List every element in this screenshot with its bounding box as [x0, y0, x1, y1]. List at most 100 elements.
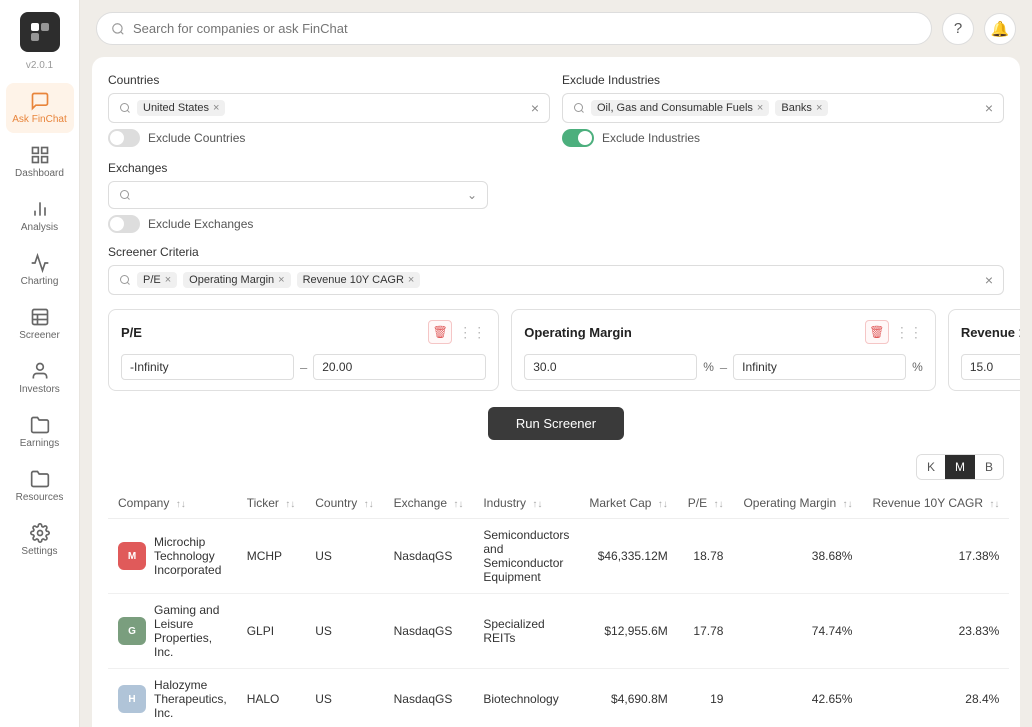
- sidebar-item-analysis[interactable]: Analysis: [6, 191, 74, 241]
- col-market-cap[interactable]: Market Cap ↑↓: [579, 488, 677, 519]
- industries-clear[interactable]: ×: [985, 100, 993, 116]
- search-bar[interactable]: [96, 12, 932, 45]
- app-logo: [20, 12, 60, 52]
- run-screener-button[interactable]: Run Screener: [488, 407, 624, 440]
- help-button[interactable]: ?: [942, 13, 974, 45]
- view-b-button[interactable]: B: [975, 455, 1003, 479]
- industry-tag-oil: Oil, Gas and Consumable Fuels ×: [591, 100, 769, 116]
- sidebar-item-earnings[interactable]: Earnings: [6, 407, 74, 457]
- sidebar-item-dashboard[interactable]: Dashboard: [6, 137, 74, 187]
- metric-opmargin-from[interactable]: [524, 354, 697, 380]
- sidebar-item-resources-label: Resources: [16, 492, 64, 503]
- col-pe[interactable]: P/E ↑↓: [678, 488, 734, 519]
- col-op-margin[interactable]: Operating Margin ↑↓: [733, 488, 862, 519]
- criteria-clear[interactable]: ×: [985, 272, 993, 288]
- exclude-exchanges-toggle[interactable]: [108, 215, 140, 233]
- cell-pe-0: 18.78: [678, 519, 734, 594]
- col-country[interactable]: Country ↑↓: [305, 488, 383, 519]
- sidebar-item-charting[interactable]: Charting: [6, 245, 74, 295]
- country-tag-us-close[interactable]: ×: [213, 103, 219, 114]
- topbar: ? 🔔: [80, 0, 1032, 57]
- metric-pe-to[interactable]: [313, 354, 486, 380]
- exchanges-search-input[interactable]: [137, 188, 461, 202]
- metric-pe-from[interactable]: [121, 354, 294, 380]
- industry-tag-banks-close[interactable]: ×: [816, 103, 822, 114]
- cell-ticker-2: HALO: [237, 669, 306, 727]
- col-company[interactable]: Company ↑↓: [108, 488, 237, 519]
- criteria-tag-revcagr-close[interactable]: ×: [408, 275, 414, 286]
- sidebar-item-resources[interactable]: Resources: [6, 461, 74, 511]
- view-toggle-row: K M B: [108, 454, 1004, 480]
- criteria-tag-opmargin-close[interactable]: ×: [278, 275, 284, 286]
- countries-filter: Countries United States × × Exclude Coun…: [108, 73, 550, 147]
- metric-revcagr-from[interactable]: [961, 354, 1020, 380]
- exclude-exchanges-label: Exclude Exchanges: [148, 217, 253, 231]
- col-industry[interactable]: Industry ↑↓: [473, 488, 579, 519]
- table-row[interactable]: G Gaming and Leisure Properties, Inc. GL…: [108, 594, 1009, 669]
- industries-label: Exclude Industries: [562, 73, 1004, 87]
- col-exchange[interactable]: Exchange ↑↓: [384, 488, 474, 519]
- view-toggle: K M B: [916, 454, 1004, 480]
- cell-industry-2: Biotechnology: [473, 669, 579, 727]
- search-small-icon: [119, 102, 131, 114]
- search-input[interactable]: [133, 21, 917, 36]
- exchanges-input[interactable]: ⌄: [108, 181, 488, 209]
- exclude-industries-row: Exclude Industries: [562, 129, 1004, 147]
- countries-clear[interactable]: ×: [531, 100, 539, 116]
- metric-revcagr-range: % – %: [961, 354, 1020, 380]
- sidebar-item-dashboard-label: Dashboard: [15, 168, 64, 179]
- industry-tag-oil-close[interactable]: ×: [757, 103, 763, 114]
- industries-input[interactable]: Oil, Gas and Consumable Fuels × Banks × …: [562, 93, 1004, 123]
- sidebar-item-charting-label: Charting: [21, 276, 59, 287]
- criteria-input[interactable]: P/E × Operating Margin × Revenue 10Y CAG…: [108, 265, 1004, 295]
- metric-opmargin-to[interactable]: [733, 354, 906, 380]
- cell-marketcap-1: $12,955.6M: [579, 594, 677, 669]
- screener-criteria-section: Screener Criteria P/E × Operating Margin…: [108, 245, 1004, 295]
- notifications-button[interactable]: 🔔: [984, 13, 1016, 45]
- sidebar: v2.0.1 Ask FinChat Dashboard Analysis Ch…: [0, 0, 80, 727]
- cell-country-1: US: [305, 594, 383, 669]
- view-k-button[interactable]: K: [917, 455, 945, 479]
- metric-card-revcagr-header: Revenue 10Y CAGR 🗑 ⋮⋮: [961, 320, 1020, 344]
- sidebar-item-settings[interactable]: Settings: [6, 515, 74, 565]
- search-small-icon2: [573, 102, 585, 114]
- metric-opmargin-drag[interactable]: ⋮⋮: [895, 324, 923, 341]
- company-logo-2: H: [118, 685, 146, 713]
- metric-card-revcagr: Revenue 10Y CAGR 🗑 ⋮⋮ % – %: [948, 309, 1020, 391]
- sidebar-item-investors[interactable]: Investors: [6, 353, 74, 403]
- table-row[interactable]: H Halozyme Therapeutics, Inc. HALO US Na…: [108, 669, 1009, 727]
- sidebar-item-analysis-label: Analysis: [21, 222, 58, 233]
- criteria-tag-revcagr: Revenue 10Y CAGR ×: [297, 272, 421, 288]
- version-label: v2.0.1: [26, 60, 53, 71]
- metric-pe-drag[interactable]: ⋮⋮: [458, 324, 486, 341]
- cell-industry-1: Specialized REITs: [473, 594, 579, 669]
- countries-input[interactable]: United States × ×: [108, 93, 550, 123]
- sidebar-item-ask-label: Ask FinChat: [12, 114, 66, 125]
- cell-opmargin-2: 42.65%: [733, 669, 862, 727]
- sidebar-item-screener[interactable]: Screener: [6, 299, 74, 349]
- metric-opmargin-delete[interactable]: 🗑: [865, 320, 889, 344]
- cell-pe-1: 17.78: [678, 594, 734, 669]
- col-ticker[interactable]: Ticker ↑↓: [237, 488, 306, 519]
- cell-exchange-0: NasdaqGS: [384, 519, 474, 594]
- table-row[interactable]: M Microchip Technology Incorporated MCHP…: [108, 519, 1009, 594]
- resources-icon: [30, 469, 50, 489]
- person-icon: [30, 361, 50, 381]
- exclude-industries-toggle[interactable]: [562, 129, 594, 147]
- earnings-icon: [30, 415, 50, 435]
- country-tag-us: United States ×: [137, 100, 225, 116]
- cell-company-1: G Gaming and Leisure Properties, Inc.: [108, 594, 237, 669]
- col-rev-cagr[interactable]: Revenue 10Y CAGR ↑↓: [862, 488, 1009, 519]
- view-m-button[interactable]: M: [945, 455, 975, 479]
- exclude-countries-toggle[interactable]: [108, 129, 140, 147]
- cell-industry-0: Semiconductors and Semiconductor Equipme…: [473, 519, 579, 594]
- sidebar-item-ask[interactable]: Ask FinChat: [6, 83, 74, 133]
- company-logo-0: M: [118, 542, 146, 570]
- metric-revcagr-title: Revenue 10Y CAGR: [961, 325, 1020, 340]
- chat-icon: [30, 91, 50, 111]
- gear-icon: [30, 523, 50, 543]
- criteria-tag-pe-close[interactable]: ×: [165, 275, 171, 286]
- metric-pe-range: –: [121, 354, 486, 380]
- metric-pe-delete[interactable]: 🗑: [428, 320, 452, 344]
- metric-opmargin-range: % – %: [524, 354, 923, 380]
